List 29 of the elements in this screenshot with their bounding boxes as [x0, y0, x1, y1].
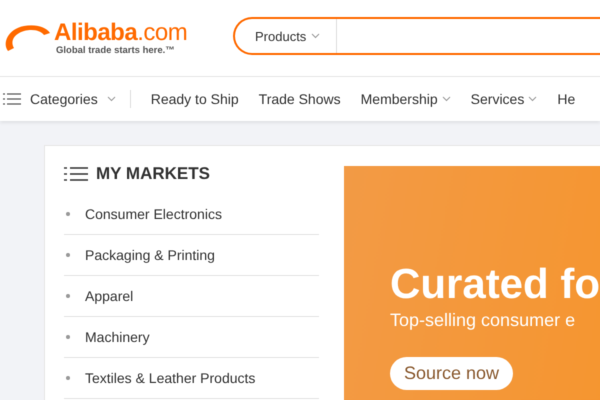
banner-headline: Curated fo: [390, 260, 600, 308]
logo-tagline: Global trade starts here.™: [56, 44, 176, 56]
search-field[interactable]: Products: [233, 17, 600, 55]
search-category-dropdown[interactable]: Products: [235, 19, 338, 53]
caret-icon: [106, 96, 116, 102]
caret-icon: [442, 96, 451, 102]
section-title: MY MARKETS: [96, 164, 210, 184]
market-link[interactable]: Textiles & Leather Products: [85, 370, 256, 386]
market-link[interactable]: Consumer Electronics: [85, 206, 222, 222]
market-link[interactable]: Packaging & Printing: [85, 247, 215, 263]
source-now-button[interactable]: Source now: [390, 357, 514, 390]
categories-menu[interactable]: Categories: [0, 91, 126, 107]
nav-link[interactable]: Membership: [350, 91, 461, 107]
bullet-icon: [66, 335, 70, 339]
bullet-icon: [66, 294, 70, 298]
caret-icon: [311, 33, 320, 39]
nav-link[interactable]: Services: [460, 91, 548, 107]
bullet-icon: [66, 376, 70, 380]
nav-link[interactable]: Ready to Ship: [140, 91, 249, 107]
bullet-icon: [66, 253, 70, 257]
caret-icon: [528, 96, 538, 102]
banner-subtitle: Top-selling consumer e: [390, 310, 576, 331]
list-icon: [3, 93, 21, 105]
list-icon: [64, 166, 88, 182]
bullet-icon: [66, 212, 70, 216]
market-link[interactable]: Machinery: [85, 329, 150, 345]
nav-link[interactable]: He: [547, 91, 576, 107]
market-link[interactable]: Apparel: [85, 288, 134, 304]
nav-link[interactable]: Trade Shows: [248, 91, 351, 107]
